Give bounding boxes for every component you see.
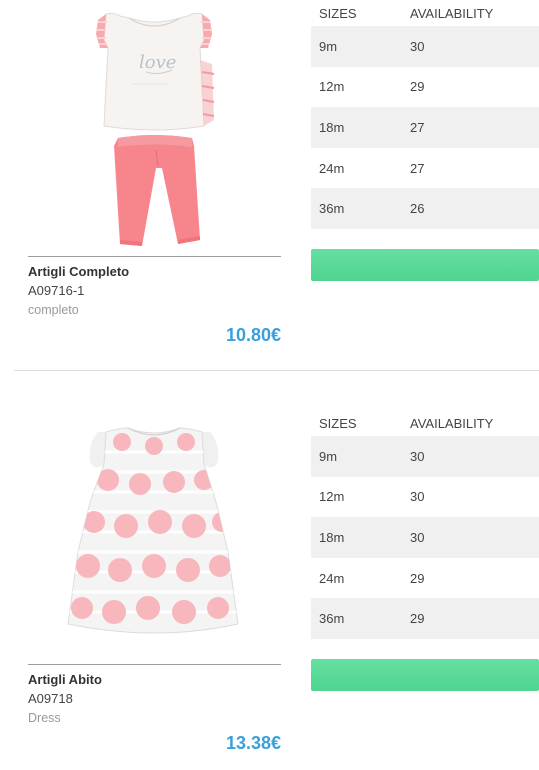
availability-cell: 27 xyxy=(410,160,425,176)
product-info: Artigli Completo A09716-1 completo 10.80… xyxy=(28,256,281,347)
availability-header: AVAILABILITY xyxy=(410,415,494,431)
add-to-cart-button[interactable] xyxy=(311,658,539,691)
product-code: A09716-1 xyxy=(28,283,85,298)
availability-cell: 30 xyxy=(410,529,425,545)
availability-cell: 30 xyxy=(410,38,425,54)
table-row: 18m 27 xyxy=(311,107,539,148)
size-cell: 36m xyxy=(319,611,345,627)
size-cell: 24m xyxy=(319,160,345,176)
product-name[interactable]: Artigli Completo xyxy=(28,264,281,280)
size-cell: 12m xyxy=(319,489,345,505)
size-cell: 18m xyxy=(319,119,345,135)
product-info: Artigli Abito A09718 Dress 13.38€ xyxy=(28,664,281,755)
size-cell: 18m xyxy=(319,529,345,545)
availability-header: AVAILABILITY xyxy=(410,5,494,21)
product-type: completo xyxy=(28,303,79,317)
availability-cell: 30 xyxy=(410,489,425,505)
size-cell: 9m xyxy=(319,38,338,54)
table-row: 36m 26 xyxy=(311,188,539,229)
product-price: 13.38€ xyxy=(225,733,281,753)
sizes-header: SIZES xyxy=(319,5,357,21)
table-row: 36m 29 xyxy=(311,598,539,639)
availability-cell: 29 xyxy=(410,79,425,95)
availability-cell: 29 xyxy=(410,570,425,586)
table-header: SIZES AVAILABILITY xyxy=(311,0,539,26)
size-cell: 36m xyxy=(319,201,345,217)
sizes-header: SIZES xyxy=(319,415,357,431)
table-row: 18m 30 xyxy=(311,517,539,558)
table-row: 24m 29 xyxy=(311,558,539,599)
outfit-top-and-leggings-image[interactable]: love xyxy=(28,0,281,256)
availability-cell: 30 xyxy=(410,448,425,464)
availability-cell: 26 xyxy=(410,201,425,217)
table-row: 24m 27 xyxy=(311,148,539,189)
availability-table: SIZES AVAILABILITY 9m 30 12m 29 18m 27 2… xyxy=(311,0,539,281)
availability-table: SIZES AVAILABILITY 9m 30 12m 30 18m 30 2… xyxy=(311,410,539,691)
size-cell: 9m xyxy=(319,448,338,464)
product-card: Artigli Abito A09718 Dress 13.38€ SIZES … xyxy=(0,372,539,770)
add-to-cart-button[interactable] xyxy=(311,248,539,281)
svg-text:love: love xyxy=(139,52,176,73)
table-row: 9m 30 xyxy=(311,26,539,67)
product-type: Dress xyxy=(28,711,61,725)
product-card: love Artigli Completo A09716-1 completo … xyxy=(0,0,539,370)
availability-cell: 27 xyxy=(410,119,425,135)
table-header: SIZES AVAILABILITY xyxy=(311,410,539,436)
table-row: 9m 30 xyxy=(311,436,539,477)
product-name[interactable]: Artigli Abito xyxy=(28,672,281,688)
product-code: A09718 xyxy=(28,691,73,706)
product-list: love Artigli Completo A09716-1 completo … xyxy=(0,0,539,770)
polka-dot-dress-image[interactable] xyxy=(28,402,281,664)
size-cell: 12m xyxy=(319,79,345,95)
table-row: 12m 29 xyxy=(311,67,539,108)
product-divider xyxy=(14,370,539,371)
product-price: 10.80€ xyxy=(225,325,281,345)
table-row: 12m 30 xyxy=(311,477,539,518)
size-cell: 24m xyxy=(319,570,345,586)
availability-cell: 29 xyxy=(410,611,425,627)
